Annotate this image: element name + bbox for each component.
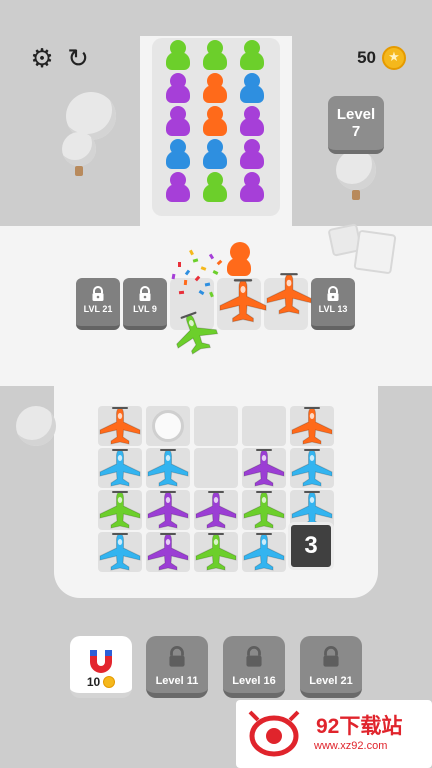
watermark-title: 92下载站 (316, 715, 403, 738)
locked-booster-button[interactable]: Level 11 (146, 636, 208, 698)
coin-icon (103, 676, 116, 688)
watermark-url: www.xz92.com (314, 740, 388, 752)
parked-plane-blue[interactable] (98, 532, 142, 572)
queue-passenger (165, 40, 191, 70)
magnet-booster-button[interactable]: 10 (70, 636, 132, 698)
stack-counter: 3 (288, 522, 334, 570)
queue-passenger (239, 106, 265, 136)
level-indicator: Level 7 (328, 96, 384, 154)
settings-gear-icon[interactable]: ⚙ (28, 44, 56, 72)
lock-icon (169, 646, 185, 667)
confetti-piece (178, 262, 181, 267)
boarding-passenger (226, 242, 254, 276)
magnet-cost: 10 (70, 675, 132, 689)
tree (62, 132, 96, 166)
magnet-icon (90, 650, 112, 673)
grid-cell (242, 406, 286, 446)
lock-icon (92, 286, 104, 301)
queue-passenger (165, 139, 191, 169)
tree-trunk (75, 166, 83, 176)
grid-cell (194, 448, 238, 488)
level-number: 7 (351, 123, 361, 140)
watermark-logo-icon (248, 710, 300, 757)
confetti-piece (178, 290, 185, 295)
locked-slot[interactable]: LVL 9 (123, 278, 167, 330)
magnet-count-value: 10 (86, 675, 101, 689)
empty-spot-marker (152, 410, 184, 442)
queue-passenger (165, 106, 191, 136)
lock-icon (323, 646, 339, 667)
tree-trunk (352, 190, 360, 200)
tree (336, 150, 376, 190)
parked-plane-blue[interactable] (242, 532, 286, 572)
tree (16, 406, 56, 446)
parked-plane-blue[interactable] (98, 448, 142, 488)
parked-plane-purple[interactable] (146, 532, 190, 572)
queue-passenger (165, 172, 191, 202)
locked-slot[interactable]: LVL 13 (311, 278, 355, 330)
parked-plane-orange[interactable] (290, 406, 334, 446)
boarding-plane-orange[interactable] (264, 272, 314, 316)
parked-plane-blue[interactable] (290, 448, 334, 488)
slot-level-label: LVL 13 (318, 304, 348, 314)
coin-count: 50 (357, 48, 376, 67)
booster-level-label: Level 11 (155, 675, 199, 687)
queue-passenger (239, 73, 265, 103)
locked-booster-button[interactable]: Level 21 (300, 636, 362, 698)
coin-counter: 50 (357, 46, 406, 70)
queue-passenger (239, 139, 265, 169)
parked-plane-green[interactable] (242, 490, 286, 530)
parked-plane-green[interactable] (98, 490, 142, 530)
parked-plane-purple[interactable] (146, 490, 190, 530)
booster-level-label: Level 21 (309, 675, 353, 687)
parked-plane-orange[interactable] (98, 406, 142, 446)
queue-passenger (202, 40, 228, 70)
locked-slot[interactable]: LVL 21 (76, 278, 120, 330)
queue-passenger (202, 73, 228, 103)
queue-passenger (165, 73, 191, 103)
grid-cell (194, 406, 238, 446)
booster-level-label: Level 16 (232, 675, 276, 687)
coin-icon (382, 46, 406, 70)
slot-level-label: LVL 9 (133, 304, 157, 314)
parked-plane-purple[interactable] (242, 448, 286, 488)
boarding-plane-orange[interactable] (216, 278, 270, 324)
queue-passenger (239, 40, 265, 70)
level-label: Level (336, 106, 376, 123)
restart-icon[interactable]: ↻ (64, 44, 92, 72)
queue-passenger (202, 172, 228, 202)
queue-passenger (202, 139, 228, 169)
lock-icon (139, 286, 151, 301)
locked-booster-button[interactable]: Level 16 (223, 636, 285, 698)
lock-icon (327, 286, 339, 301)
slot-level-label: LVL 21 (83, 304, 113, 314)
queue-passenger (239, 172, 265, 202)
parked-plane-purple[interactable] (194, 490, 238, 530)
parked-plane-blue[interactable] (146, 448, 190, 488)
lock-icon (246, 646, 262, 667)
watermark: 92下载站 www.xz92.com (236, 700, 432, 768)
crate-decoration (353, 229, 397, 275)
queue-passenger (202, 106, 228, 136)
parked-plane-green[interactable] (194, 532, 238, 572)
confetti-piece (183, 279, 188, 286)
